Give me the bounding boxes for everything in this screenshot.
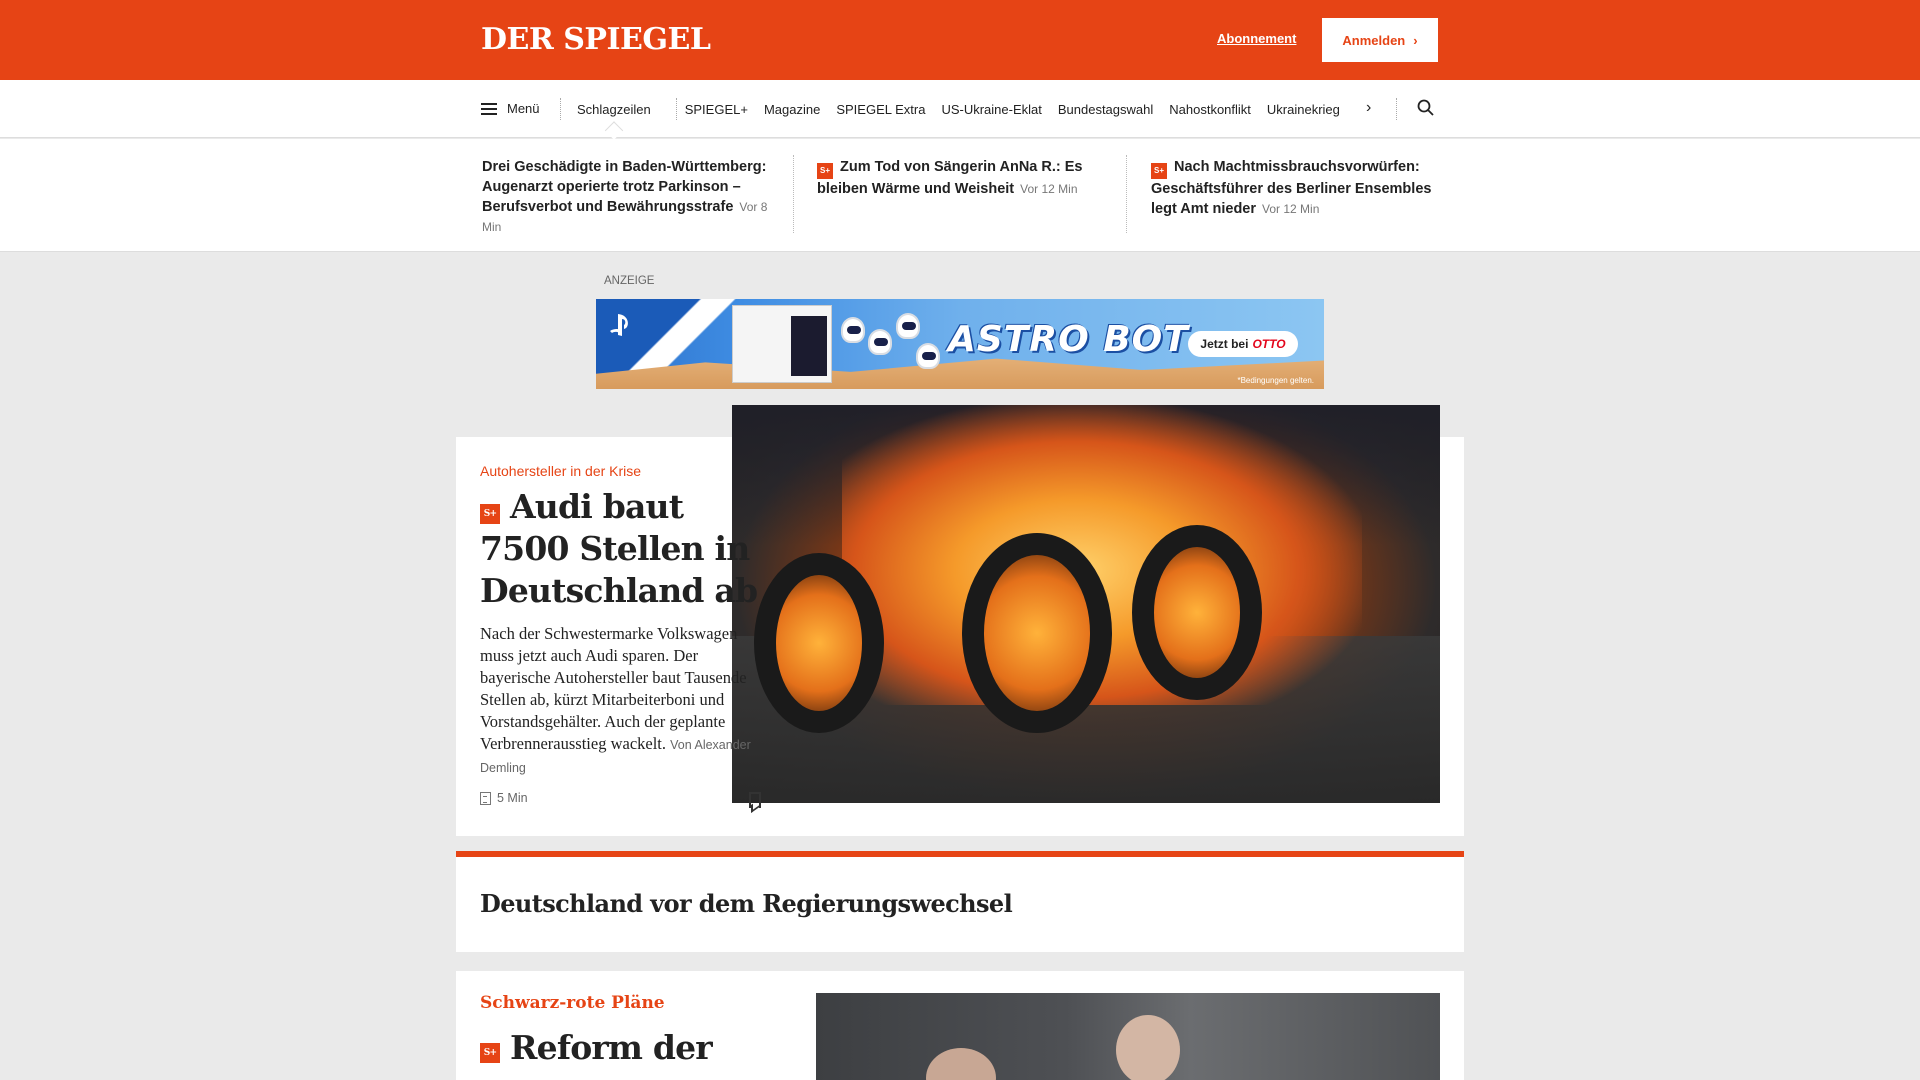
subscription-link[interactable]: Abonnement <box>1217 31 1296 46</box>
lead-teaser[interactable]: Nach der Schwestermarke Volkswagen muss … <box>480 623 770 779</box>
lead-teaser-text: Nach der Schwestermarke Volkswagen muss … <box>480 624 747 753</box>
second-article-image[interactable] <box>816 993 1440 1080</box>
ad-fine-print: *Bedingungen gelten. <box>1237 376 1314 385</box>
site-logo[interactable]: DER SPIEGEL <box>481 22 711 57</box>
ticker-time: Vor 12 Min <box>1262 202 1320 216</box>
nav-item-spiegel-extra[interactable]: SPIEGEL Extra <box>836 102 925 117</box>
search-icon[interactable] <box>1417 99 1435 117</box>
ad-banner[interactable]: ASTRO BOT Jetzt bei OTTO *Bedingungen ge… <box>596 299 1324 389</box>
hamburger-icon <box>481 102 497 115</box>
burning-tire <box>1132 525 1262 700</box>
nav-items: Schlagzeilen SPIEGEL+ Magazine SPIEGEL E… <box>577 102 1356 117</box>
person-figure <box>1116 1015 1180 1080</box>
ticker-item[interactable]: Drei Geschädigte in Baden-Württemberg: A… <box>482 157 772 237</box>
reading-time-label: 5 Min <box>497 791 528 805</box>
astro-bot-figure <box>896 313 920 339</box>
second-kicker[interactable]: Schwarz-rote Pläne <box>480 993 665 1013</box>
spiegel-plus-icon: S+ <box>1151 163 1167 179</box>
chevron-right-icon: › <box>1413 32 1418 48</box>
burning-tire <box>962 533 1112 733</box>
lead-article-image[interactable] <box>732 405 1440 803</box>
spiegel-plus-icon: S+ <box>817 163 833 179</box>
astro-bot-figure <box>916 343 940 369</box>
login-label: Anmelden <box>1342 32 1406 48</box>
nav-item-ukrainekrieg[interactable]: Ukrainekrieg <box>1267 102 1340 117</box>
ticker-item[interactable]: S+ Zum Tod von Sängerin AnNa R.: Es bleib… <box>817 157 1107 199</box>
nav-divider <box>560 98 561 120</box>
second-headline-text: Reform der <box>510 1028 713 1067</box>
lead-headline[interactable]: S+ Audi baut 7500 Stellen in Deutschland … <box>480 486 780 612</box>
playstation-icon <box>610 314 628 336</box>
second-headline[interactable]: S+ Reform der <box>480 1028 713 1067</box>
nav-item-spiegel-plus[interactable]: SPIEGEL+ <box>685 102 748 117</box>
ad-label: ANZEIGE <box>604 275 655 287</box>
ticker-item[interactable]: S+ Nach Machtmissbrauchsvorwürfen: Geschä… <box>1151 157 1441 219</box>
lead-headline-text: Audi baut 7500 Stellen in Deutschland ab <box>480 487 758 610</box>
nav-item-us-ukraine-eklat[interactable]: US-Ukraine-Eklat <box>941 102 1041 117</box>
lead-kicker[interactable]: Autohersteller in der Krise <box>480 463 641 479</box>
reading-time-icon <box>480 791 491 805</box>
bookmark-icon[interactable] <box>749 792 761 808</box>
ticker-divider <box>1126 155 1127 233</box>
ad-cta-prefix: Jetzt bei <box>1200 337 1249 351</box>
ad-cta-button[interactable]: Jetzt bei OTTO <box>1188 331 1298 357</box>
spiegel-plus-icon: S+ <box>480 504 500 524</box>
menu-button[interactable]: Menü <box>481 101 540 116</box>
nav-scroll-right-icon[interactable]: › <box>1366 99 1371 117</box>
ticker-title: Drei Geschädigte in Baden-Württemberg: A… <box>482 159 767 215</box>
section-title[interactable]: Deutschland vor dem Regierungswechsel <box>480 889 1013 918</box>
astro-bot-figure <box>868 329 892 355</box>
main-navigation: Menü Schlagzeilen SPIEGEL+ Magazine SPIE… <box>0 80 1920 138</box>
nav-item-magazine[interactable]: Magazine <box>764 102 820 117</box>
astro-bot-figure <box>841 317 865 343</box>
person-figure <box>926 1048 996 1080</box>
reading-time: 5 Min <box>480 791 528 805</box>
nav-divider <box>676 98 677 120</box>
ps5-bundle-image <box>732 305 832 383</box>
ticker-divider <box>793 155 794 233</box>
ticker-time: Vor 12 Min <box>1020 182 1078 196</box>
headline-ticker: Drei Geschädigte in Baden-Württemberg: A… <box>0 139 1920 252</box>
nav-item-nahostkonflikt[interactable]: Nahostkonflikt <box>1169 102 1251 117</box>
top-header: DER SPIEGEL Abonnement Anmelden › <box>0 0 1920 80</box>
otto-logo: OTTO <box>1252 337 1286 351</box>
nav-item-bundestagswahl[interactable]: Bundestagswahl <box>1058 102 1153 117</box>
spiegel-plus-icon: S+ <box>480 1043 500 1063</box>
menu-label: Menü <box>507 101 540 116</box>
login-button[interactable]: Anmelden › <box>1322 18 1438 62</box>
ad-headline: ASTRO BOT <box>948 319 1189 360</box>
nav-item-schlagzeilen[interactable]: Schlagzeilen <box>577 102 651 117</box>
nav-divider <box>1396 98 1397 120</box>
